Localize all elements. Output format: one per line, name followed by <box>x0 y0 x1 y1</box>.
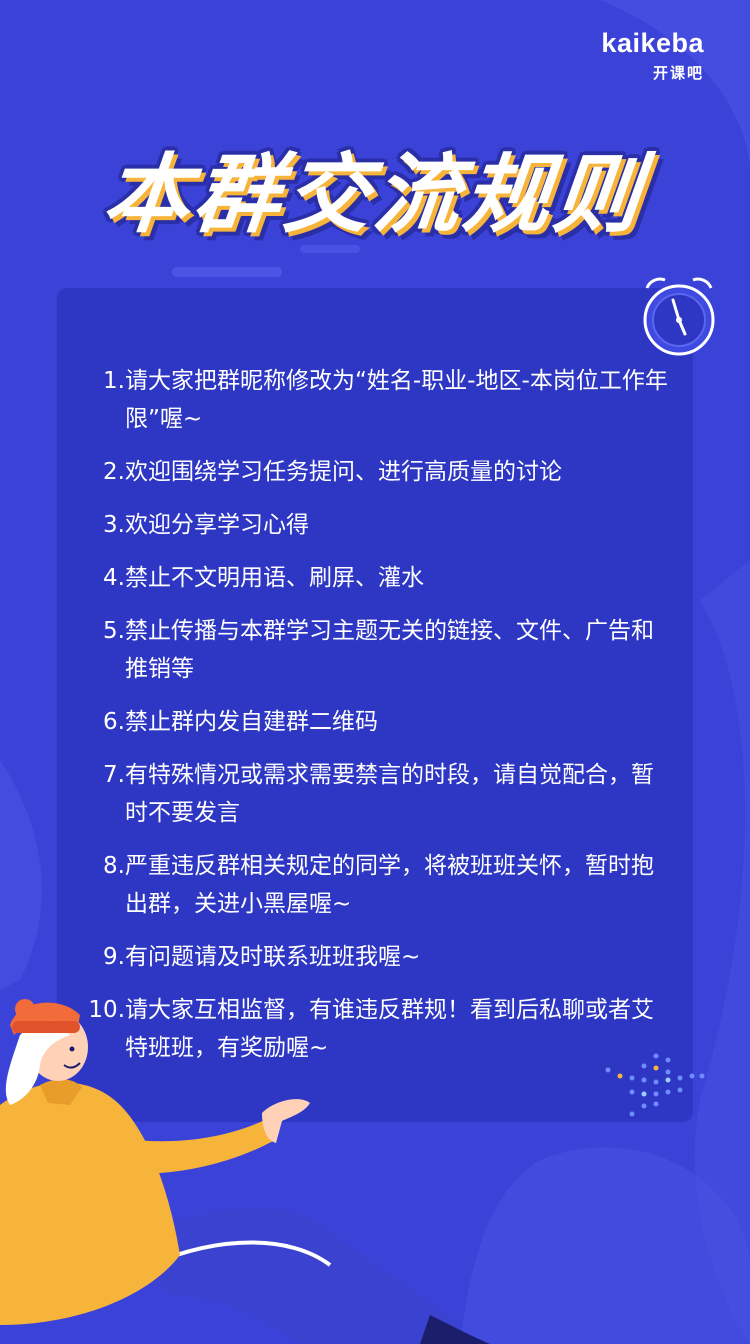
rule-number: 7. <box>103 762 125 788</box>
rules-list: 1. 请大家把群昵称修改为“姓名-职业-地区-本岗位工作年限”喔~ 2. 欢迎围… <box>88 362 668 1082</box>
rule-text: 有特殊情况或需求需要禁言的时段，请自觉配合，暂时不要发言 <box>125 762 654 826</box>
rule-text: 请大家把群昵称修改为“姓名-职业-地区-本岗位工作年限”喔~ <box>125 368 668 432</box>
rule-text: 有问题请及时联系班班我喔~ <box>125 944 421 970</box>
rule-text: 严重违反群相关规定的同学，将被班班关怀，暂时抱出群，关进小黑屋喔~ <box>125 853 654 917</box>
list-item: 1. 请大家把群昵称修改为“姓名-职业-地区-本岗位工作年限”喔~ <box>88 362 668 438</box>
person-illustration <box>0 999 490 1344</box>
logo-text: kaikeba <box>601 28 704 58</box>
rule-text: 禁止不文明用语、刷屏、灌水 <box>125 565 424 591</box>
title-container: 本群交流规则 <box>0 110 750 260</box>
list-item: 5. 禁止传播与本群学习主题无关的链接、文件、广告和推销等 <box>88 612 668 688</box>
rule-number: 2. <box>103 459 125 485</box>
rule-text: 欢迎围绕学习任务提问、进行高质量的讨论 <box>125 459 562 485</box>
rule-number: 1. <box>103 368 125 394</box>
rule-text: 欢迎分享学习心得 <box>125 512 309 538</box>
list-item: 9. 有问题请及时联系班班我喔~ <box>88 938 668 976</box>
list-item: 7. 有特殊情况或需求需要禁言的时段，请自觉配合，暂时不要发言 <box>88 756 668 832</box>
rule-number: 4. <box>103 565 125 591</box>
rule-number: 5. <box>103 618 125 644</box>
dot-grid-decoration <box>605 1053 705 1117</box>
rule-number: 6. <box>103 709 125 735</box>
rule-text: 禁止传播与本群学习主题无关的链接、文件、广告和推销等 <box>125 618 654 682</box>
alarm-clock-icon <box>643 277 715 356</box>
rule-number: 3. <box>103 512 125 538</box>
brand-logo: kaikeba 开课吧 <box>584 28 704 84</box>
page-title: 本群交流规则 <box>98 145 650 245</box>
rule-number: 8. <box>103 853 125 879</box>
rule-number: 9. <box>103 944 125 970</box>
list-item: 2. 欢迎围绕学习任务提问、进行高质量的讨论 <box>88 453 668 491</box>
logo-subtitle: 开课吧 <box>652 64 704 82</box>
list-item: 8. 严重违反群相关规定的同学，将被班班关怀，暂时抱出群，关进小黑屋喔~ <box>88 847 668 923</box>
list-item: 6. 禁止群内发自建群二维码 <box>88 703 668 741</box>
list-item: 3. 欢迎分享学习心得 <box>88 506 668 544</box>
list-item: 4. 禁止不文明用语、刷屏、灌水 <box>88 559 668 597</box>
rule-text: 禁止群内发自建群二维码 <box>125 709 378 735</box>
